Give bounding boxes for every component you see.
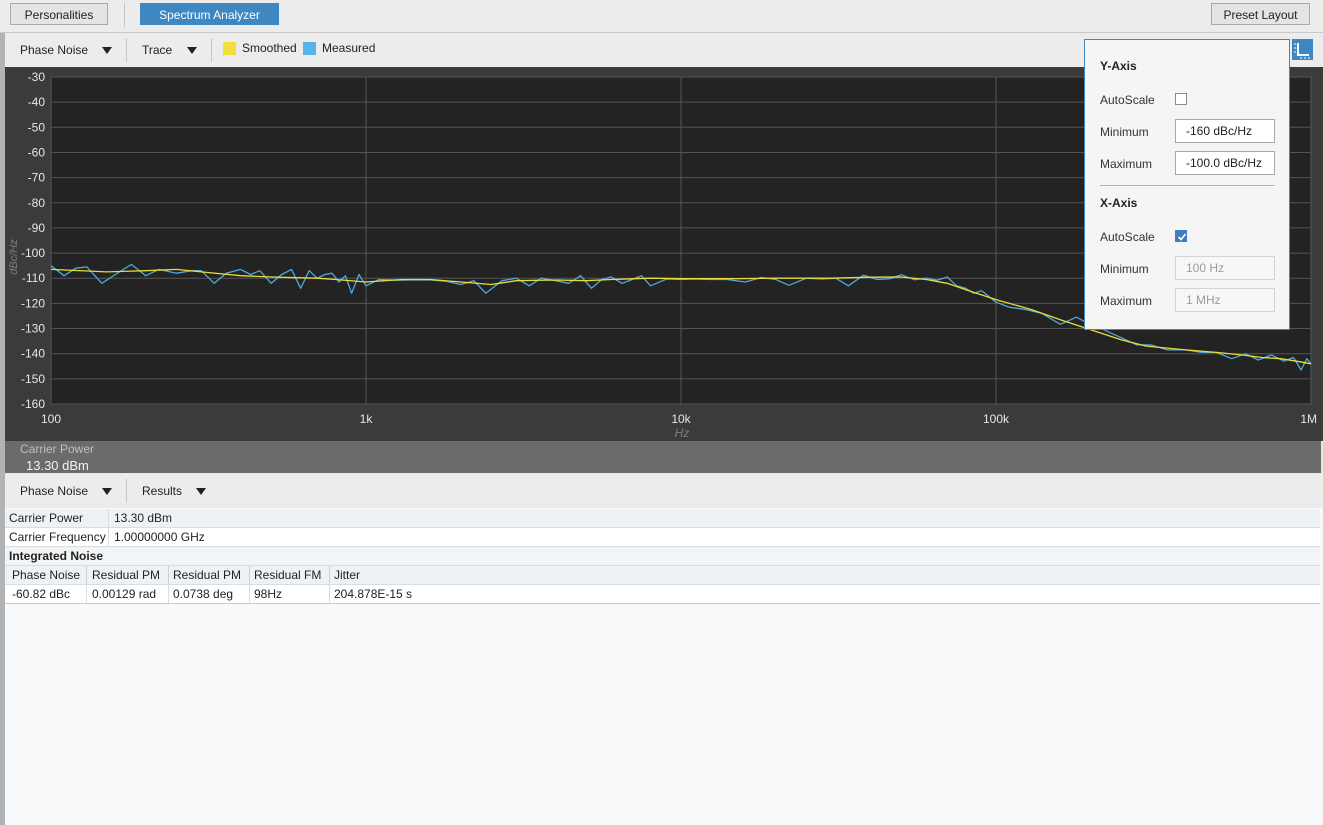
x-tick-label: 1k (360, 412, 374, 426)
results-view-dropdown[interactable]: Results (142, 474, 217, 508)
x-tick-label: 100k (983, 412, 1010, 426)
x-axis-heading: X-Axis (1100, 196, 1138, 210)
x-tick-label: 100 (41, 412, 61, 426)
chevron-down-icon (187, 47, 197, 54)
spectrum-analyzer-tab[interactable]: Spectrum Analyzer (140, 3, 279, 25)
table-row: -60.82 dBc 0.00129 rad 0.0738 deg 98Hz 2… (5, 585, 1320, 604)
y-tick-label: -70 (28, 171, 46, 185)
summary-label: Carrier Frequency (5, 528, 109, 546)
table-cell: 0.0738 deg (169, 585, 250, 603)
chevron-down-icon (102, 47, 112, 54)
results-measurement-dropdown[interactable]: Phase Noise (20, 474, 125, 508)
chevron-down-icon (196, 488, 206, 495)
y-tick-label: -130 (21, 322, 45, 336)
divider (126, 479, 127, 503)
y-axis-heading: Y-Axis (1100, 59, 1137, 73)
y-tick-label: -110 (22, 271, 45, 285)
x-axis-label: Hz (675, 426, 690, 440)
y-axis-label: dBc/Hz (8, 239, 20, 275)
measurement-dropdown[interactable]: Phase Noise (20, 33, 125, 67)
divider (126, 38, 127, 62)
carrier-power-label: Carrier Power (20, 442, 95, 456)
results-measurement-label: Phase Noise (20, 484, 89, 498)
y-autoscale-label: AutoScale (1100, 93, 1155, 107)
integrated-noise-title: Integrated Noise (9, 549, 104, 563)
x-autoscale-label: AutoScale (1100, 230, 1155, 244)
y-tick-label: -120 (21, 296, 45, 310)
y-tick-label: -30 (28, 70, 46, 84)
table-row: Carrier Frequency 1.00000000 GHz (5, 528, 1320, 547)
checkmark-icon (1177, 233, 1187, 241)
y-tick-label: -150 (21, 372, 45, 386)
legend-swatch-smoothed (223, 42, 236, 55)
axis-settings-icon (1294, 43, 1310, 59)
column-header: Residual FM (250, 566, 330, 584)
y-maximum-label: Maximum (1100, 157, 1153, 171)
section-header: Integrated Noise (5, 547, 1320, 566)
table-header-row: Phase Noise Residual PM Residual PM Resi… (5, 566, 1320, 585)
view-dropdown[interactable]: Trace (142, 33, 212, 67)
carrier-power-value: 13.30 dBm (26, 458, 89, 473)
view-dropdown-label: Trace (142, 43, 173, 57)
preset-layout-button[interactable]: Preset Layout (1211, 3, 1310, 25)
top-bar: Personalities Spectrum Analyzer Preset L… (0, 0, 1323, 33)
legend-label-measured: Measured (322, 41, 376, 55)
results-toolbar: Phase Noise Results (5, 474, 1323, 508)
divider (124, 3, 125, 27)
y-tick-label: -160 (21, 397, 45, 411)
y-minimum-input[interactable] (1175, 119, 1275, 143)
table-cell: 98Hz (250, 585, 330, 603)
carrier-power-bar: Carrier Power 13.30 dBm (5, 441, 1321, 473)
table-cell: 0.00129 rad (88, 585, 169, 603)
axis-settings-popup: Y-Axis AutoScale Minimum Maximum X-Axis … (1084, 39, 1290, 330)
y-tick-label: -140 (21, 347, 45, 361)
x-maximum-label: Maximum (1100, 294, 1153, 308)
column-header: Phase Noise (8, 566, 87, 584)
column-header: Jitter (334, 568, 361, 582)
y-tick-label: -80 (28, 196, 46, 210)
legend-label-smoothed: Smoothed (242, 41, 297, 55)
y-tick-label: -90 (28, 221, 46, 235)
measurement-dropdown-label: Phase Noise (20, 43, 89, 57)
summary-value: 13.30 dBm (114, 511, 173, 525)
x-tick-label: 1M (1300, 412, 1317, 426)
divider (211, 38, 212, 62)
x-minimum-label: Minimum (1100, 262, 1149, 276)
summary-label: Carrier Power (5, 509, 109, 527)
x-maximum-input[interactable] (1175, 288, 1275, 312)
axis-settings-button[interactable] (1292, 39, 1313, 60)
y-minimum-label: Minimum (1100, 125, 1149, 139)
x-tick-label: 10k (671, 412, 691, 426)
table-cell: -60.82 dBc (8, 585, 87, 603)
chevron-down-icon (102, 488, 112, 495)
personalities-button[interactable]: Personalities (10, 3, 108, 25)
x-minimum-input[interactable] (1175, 256, 1275, 280)
column-header: Residual PM (88, 566, 169, 584)
table-cell: 204.878E-15 s (334, 587, 413, 601)
summary-value: 1.00000000 GHz (114, 530, 205, 544)
y-maximum-input[interactable] (1175, 151, 1275, 175)
x-autoscale-checkbox[interactable] (1175, 230, 1187, 242)
y-tick-label: -50 (28, 120, 46, 134)
y-tick-label: -100 (21, 246, 45, 260)
results-view-label: Results (142, 484, 183, 498)
y-autoscale-checkbox[interactable] (1175, 93, 1187, 105)
table-row: Carrier Power 13.30 dBm (5, 509, 1320, 528)
y-tick-label: -60 (28, 145, 46, 159)
divider (1100, 185, 1275, 186)
y-tick-label: -40 (28, 95, 46, 109)
column-header: Residual PM (169, 566, 250, 584)
legend-swatch-measured (303, 42, 316, 55)
